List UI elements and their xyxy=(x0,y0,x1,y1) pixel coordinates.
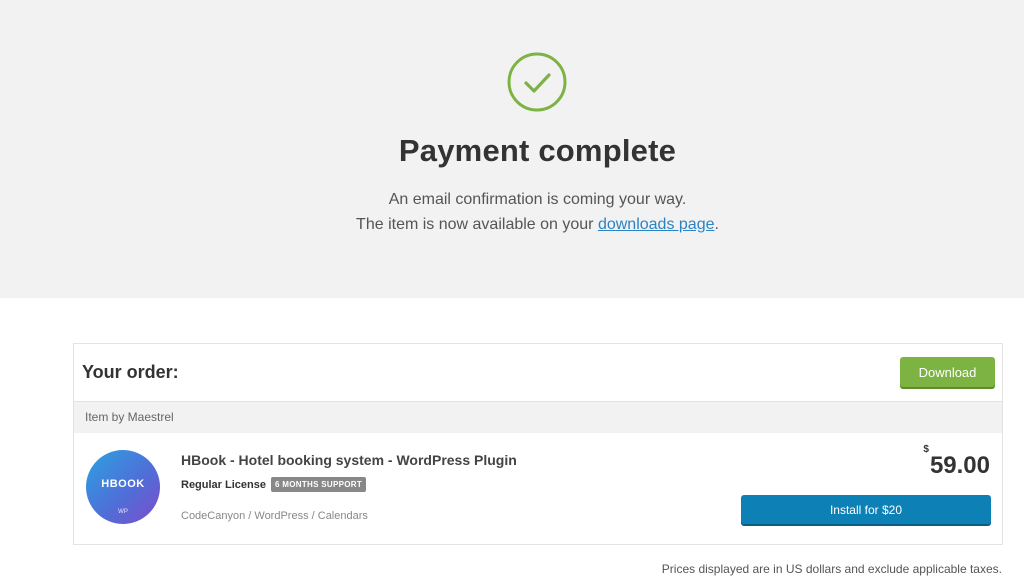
thumbnail-sub-text: WP xyxy=(118,509,128,515)
order-panel: Your order: Download Item by Maestrel HB… xyxy=(73,343,1003,545)
page-title: Payment complete xyxy=(398,133,677,168)
price-amount: 59.00 xyxy=(929,452,990,479)
item-price: $59.00 xyxy=(923,444,990,480)
thumbnail-logo-text: HBOOK xyxy=(101,478,145,490)
order-title: Your order: xyxy=(82,362,179,382)
confirmation-hero: Payment complete An email confirmation i… xyxy=(0,0,1024,298)
item-name: HBook - Hotel booking system - WordPress… xyxy=(181,452,517,468)
email-confirmation-text: An email confirmation is coming your way… xyxy=(388,191,687,208)
download-button[interactable]: Download xyxy=(900,357,995,387)
check-circle-icon xyxy=(507,52,567,112)
author-bar: Item by Maestrel xyxy=(74,401,1002,433)
item-breadcrumb: CodeCanyon / WordPress / Calendars xyxy=(181,510,368,522)
currency-symbol: $ xyxy=(923,444,929,455)
availability-prefix: The item is now available on your xyxy=(356,216,598,233)
downloads-availability-text: The item is now available on your downlo… xyxy=(0,216,1024,234)
install-button[interactable]: Install for $20 xyxy=(741,495,991,524)
support-badge: 6 MONTHS SUPPORT xyxy=(271,477,367,492)
item-author: Item by Maestrel xyxy=(85,410,174,424)
license-type: Regular License xyxy=(181,479,266,491)
downloads-page-link[interactable]: downloads page xyxy=(598,216,715,233)
item-thumbnail[interactable]: HBOOK WP xyxy=(86,450,160,524)
pricing-footnote: Prices displayed are in US dollars and e… xyxy=(661,562,1002,576)
availability-suffix: . xyxy=(714,216,719,233)
order-header: Your order: Download xyxy=(74,344,1002,401)
